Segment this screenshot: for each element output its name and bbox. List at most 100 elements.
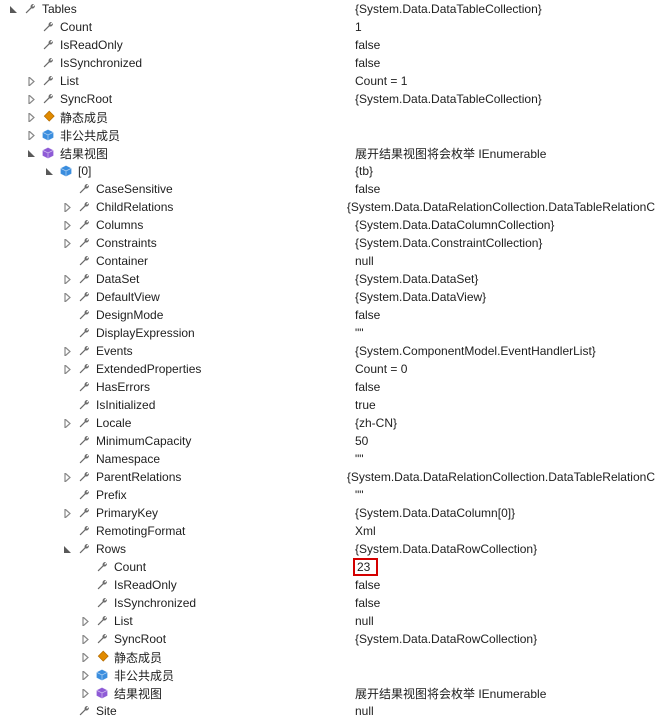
property-name: List: [114, 614, 133, 628]
expand-toggle-icon[interactable]: [62, 508, 73, 519]
expand-toggle-icon[interactable]: [62, 292, 73, 303]
expand-toggle-icon[interactable]: [62, 220, 73, 231]
property-name: ChildRelations: [96, 200, 173, 214]
tree-row[interactable]: ListCount = 1: [0, 72, 655, 90]
tree-row[interactable]: Count1: [0, 18, 655, 36]
tree-row[interactable]: [0]{tb}: [0, 162, 655, 180]
tree-row[interactable]: 静态成员: [0, 108, 655, 126]
tree-row[interactable]: IsSynchronizedfalse: [0, 594, 655, 612]
expand-toggle-icon[interactable]: [62, 364, 73, 375]
property-value: {System.Data.DataView}: [355, 290, 486, 304]
expand-toggle-icon[interactable]: [26, 130, 37, 141]
cube-blue-icon: [40, 127, 56, 143]
property-value: {System.Data.DataRelationCollection.Data…: [347, 200, 655, 214]
tree-row[interactable]: DefaultView{System.Data.DataView}: [0, 288, 655, 306]
expand-toggle-icon[interactable]: [80, 688, 91, 699]
cube-purple-icon: [94, 685, 110, 701]
tree-row[interactable]: DesignModefalse: [0, 306, 655, 324]
tree-row[interactable]: IsInitialized true: [0, 396, 655, 414]
expand-toggle-icon[interactable]: [62, 238, 73, 249]
expand-toggle-icon[interactable]: [44, 166, 55, 177]
expand-toggle-icon[interactable]: [62, 418, 73, 429]
tree-row[interactable]: Sitenull: [0, 702, 655, 720]
tree-row[interactable]: 结果视图展开结果视图将会枚举 IEnumerable: [0, 144, 655, 162]
wrench-icon: [76, 451, 92, 467]
tree-row[interactable]: HasErrorsfalse: [0, 378, 655, 396]
tree-row[interactable]: 非公共成员: [0, 126, 655, 144]
expand-toggle-icon[interactable]: [62, 346, 73, 357]
tree-row[interactable]: IsReadOnlyfalse: [0, 36, 655, 54]
cube-blue-icon: [58, 163, 74, 179]
tree-row[interactable]: IsReadOnlyfalse: [0, 576, 655, 594]
property-value: {System.Data.DataRowCollection}: [355, 632, 537, 646]
tree-row[interactable]: DataSet{System.Data.DataSet}: [0, 270, 655, 288]
property-value: {System.Data.ConstraintCollection}: [355, 236, 542, 250]
cube-blue-icon: [94, 667, 110, 683]
tree-row[interactable]: 非公共成员: [0, 666, 655, 684]
property-value: 23: [353, 558, 378, 576]
property-name: SyncRoot: [60, 92, 112, 106]
expand-toggle-icon[interactable]: [62, 544, 73, 555]
expand-toggle-icon[interactable]: [26, 112, 37, 123]
property-value: 50: [355, 434, 368, 448]
wrench-icon: [94, 559, 110, 575]
property-name: Count: [60, 20, 92, 34]
wrench-icon: [40, 73, 56, 89]
tree-row[interactable]: ChildRelations {System.Data.DataRelationC…: [0, 198, 655, 216]
property-name: Site: [96, 704, 117, 718]
expand-toggle-icon[interactable]: [8, 4, 19, 15]
diamond-icon: [94, 649, 110, 665]
tree-row[interactable]: RemotingFormatXml: [0, 522, 655, 540]
expand-toggle-icon[interactable]: [80, 670, 91, 681]
property-name: IsInitialized: [96, 398, 155, 412]
property-name: List: [60, 74, 79, 88]
expand-toggle-icon[interactable]: [80, 634, 91, 645]
tree-row[interactable]: IsSynchronizedfalse: [0, 54, 655, 72]
expand-toggle-icon[interactable]: [80, 616, 91, 627]
tree-row[interactable]: Namespace"": [0, 450, 655, 468]
tree-row[interactable]: Rows{System.Data.DataRowCollection}: [0, 540, 655, 558]
property-value: "": [355, 452, 364, 466]
tree-row[interactable]: Constraints{System.Data.ConstraintCollec…: [0, 234, 655, 252]
wrench-icon: [76, 523, 92, 539]
property-name: 静态成员: [114, 649, 162, 666]
expand-toggle-icon[interactable]: [80, 652, 91, 663]
tree-row[interactable]: Columns{System.Data.DataColumnCollection…: [0, 216, 655, 234]
tree-row[interactable]: DisplayExpression"": [0, 324, 655, 342]
property-value: {System.Data.DataTableCollection}: [355, 92, 542, 106]
tree-row[interactable]: Containernull: [0, 252, 655, 270]
tree-row[interactable]: Events{System.ComponentModel.EventHandle…: [0, 342, 655, 360]
tree-row[interactable]: Prefix"": [0, 486, 655, 504]
tree-row[interactable]: 结果视图展开结果视图将会枚举 IEnumerable: [0, 684, 655, 702]
tree-row[interactable]: ExtendedPropertiesCount = 0: [0, 360, 655, 378]
cube-purple-icon: [40, 145, 56, 161]
expand-toggle-icon[interactable]: [26, 76, 37, 87]
tree-row[interactable]: Tables{System.Data.DataTableCollection}: [0, 0, 655, 18]
tree-row[interactable]: CaseSensitivefalse: [0, 180, 655, 198]
tree-row[interactable]: MinimumCapacity50: [0, 432, 655, 450]
tree-row[interactable]: Count23: [0, 558, 655, 576]
tree-row[interactable]: SyncRoot {System.Data.DataRowCollection}: [0, 630, 655, 648]
expand-toggle-icon[interactable]: [62, 274, 73, 285]
tree-row[interactable]: 静态成员: [0, 648, 655, 666]
wrench-icon: [76, 325, 92, 341]
property-name: HasErrors: [96, 380, 150, 394]
property-value: false: [355, 182, 380, 196]
expand-toggle-icon[interactable]: [62, 472, 73, 483]
tree-row[interactable]: Listnull: [0, 612, 655, 630]
property-value: {System.Data.DataColumn[0]}: [355, 506, 515, 520]
tree-row[interactable]: SyncRoot {System.Data.DataTableCollection…: [0, 90, 655, 108]
expand-toggle-icon[interactable]: [62, 202, 73, 213]
wrench-icon: [76, 235, 92, 251]
tree-row[interactable]: Locale{zh-CN}: [0, 414, 655, 432]
property-name: ParentRelations: [96, 470, 181, 484]
tree-row[interactable]: PrimaryKey{System.Data.DataColumn[0]}: [0, 504, 655, 522]
expand-toggle-icon[interactable]: [26, 148, 37, 159]
tree-row[interactable]: ParentRelations{System.Data.DataRelation…: [0, 468, 655, 486]
wrench-icon: [40, 91, 56, 107]
property-name: 静态成员: [60, 109, 108, 126]
expand-toggle-icon[interactable]: [26, 94, 37, 105]
property-name: SyncRoot: [114, 632, 166, 646]
property-value: true: [355, 398, 376, 412]
wrench-icon: [40, 37, 56, 53]
